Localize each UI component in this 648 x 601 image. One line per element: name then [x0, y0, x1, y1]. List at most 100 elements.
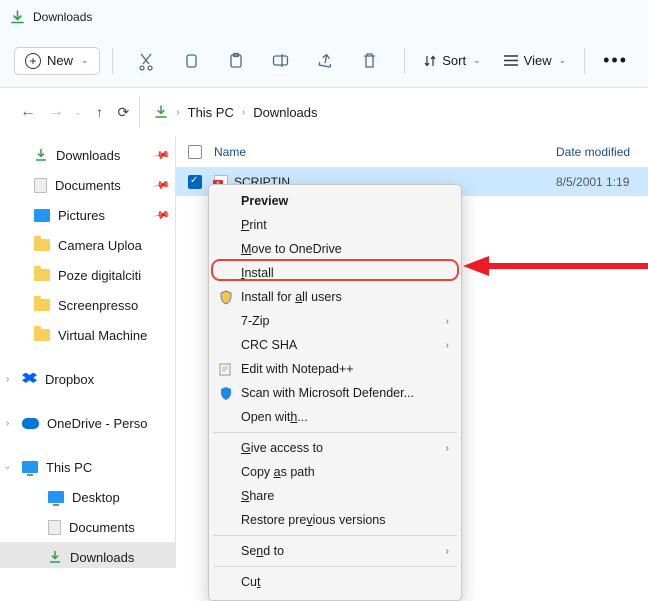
chevron-right-icon: ›	[446, 443, 449, 454]
sidebar-item-label: This PC	[46, 460, 92, 475]
menu-label: Send to	[241, 544, 284, 558]
folder-icon	[34, 269, 50, 281]
download-icon	[48, 550, 62, 564]
menu-label: Scan with Microsoft Defender...	[241, 386, 414, 400]
history-chevron-icon[interactable]: ⌄	[74, 107, 82, 118]
breadcrumb-current[interactable]: Downloads	[253, 105, 317, 120]
menu-copy-path[interactable]: Copy as path	[211, 460, 459, 484]
menu-label: 7-Zip	[241, 314, 269, 328]
chevron-right-icon: ›	[6, 418, 9, 429]
view-label: View	[524, 53, 552, 68]
sidebar-item-label: Camera Uploa	[58, 238, 142, 253]
sidebar-item-label: Screenpresso	[58, 298, 138, 313]
sidebar-item-this-pc[interactable]: › This PC	[0, 452, 175, 482]
menu-send-to[interactable]: Send to ›	[211, 539, 459, 563]
menu-preview[interactable]: Preview	[211, 189, 459, 213]
sidebar-item-onedrive[interactable]: › OneDrive - Perso	[0, 408, 175, 438]
menu-scan-defender[interactable]: Scan with Microsoft Defender...	[211, 381, 459, 405]
column-header-name[interactable]: Name	[214, 145, 556, 159]
new-button-label: New	[47, 53, 73, 68]
menu-label: Open with...	[241, 410, 308, 424]
menu-crc-sha[interactable]: CRC SHA›	[211, 333, 459, 357]
sidebar-item-label: Downloads	[56, 148, 120, 163]
menu-move-onedrive[interactable]: Move to OneDrive	[211, 237, 459, 261]
select-all-checkbox[interactable]	[188, 145, 202, 159]
sidebar-item-virtual-machines[interactable]: Virtual Machine	[0, 320, 175, 350]
sidebar-item-screenpresso[interactable]: Screenpresso	[0, 290, 175, 320]
sidebar-item-documents[interactable]: Documents 📌	[0, 170, 175, 200]
rename-button[interactable]	[258, 53, 303, 68]
share-button[interactable]	[303, 53, 348, 69]
copy-button[interactable]	[169, 53, 214, 69]
menu-label: Move to OneDrive	[241, 242, 342, 256]
up-button[interactable]: ↑	[86, 104, 114, 120]
more-options-button[interactable]: •••	[597, 50, 634, 71]
breadcrumb-root[interactable]: This PC	[188, 105, 234, 120]
chevron-right-icon: ›	[446, 340, 449, 351]
sidebar-item-camera-uploads[interactable]: Camera Uploa	[0, 230, 175, 260]
menu-separator	[213, 535, 457, 536]
menu-install-all-users[interactable]: Install for all users	[211, 285, 459, 309]
column-header-date[interactable]: Date modified	[556, 145, 648, 159]
sort-icon	[423, 54, 437, 68]
sidebar-item-label: Pictures	[58, 208, 105, 223]
forward-button[interactable]: →	[42, 103, 70, 121]
menu-label: Edit with Notepad++	[241, 362, 354, 376]
sidebar-item-label: OneDrive - Perso	[47, 416, 147, 431]
menu-cut[interactable]: Cut	[211, 570, 459, 594]
delete-button[interactable]	[348, 52, 393, 69]
menu-install[interactable]: Install	[211, 261, 459, 285]
menu-7zip[interactable]: 7-Zip ›	[211, 309, 459, 333]
context-menu: Preview Print Move to OneDrive Install I…	[208, 184, 462, 601]
menu-restore[interactable]: Restore previous versions	[211, 508, 459, 532]
window-title: Downloads	[33, 10, 92, 24]
file-date: 8/5/2001 1:19	[556, 175, 648, 189]
sidebar-item-downloads-sub[interactable]: Downloads	[0, 542, 175, 568]
sidebar-item-desktop[interactable]: Desktop	[0, 482, 175, 512]
new-button[interactable]: + New ⌄	[14, 47, 100, 75]
sidebar-item-downloads[interactable]: Downloads 📌	[0, 140, 175, 170]
sidebar-item-label: Poze digitalciti	[58, 268, 141, 283]
toolbar-separator	[584, 48, 585, 74]
view-button[interactable]: View ⌄	[497, 53, 573, 68]
sidebar-item-poze[interactable]: Poze digitalciti	[0, 260, 175, 290]
refresh-button[interactable]: ⟳	[118, 104, 130, 121]
menu-label: Print	[241, 218, 267, 232]
menu-separator	[213, 432, 457, 433]
cut-button[interactable]	[125, 52, 170, 69]
plus-icon: +	[25, 53, 41, 69]
download-icon	[154, 105, 168, 119]
sort-button[interactable]: Sort ⌄	[417, 53, 486, 68]
paste-button[interactable]	[214, 52, 259, 69]
document-icon	[34, 178, 47, 193]
menu-label: Install	[241, 266, 274, 280]
sidebar-item-documents-sub[interactable]: Documents	[0, 512, 175, 542]
menu-open-with[interactable]: Open with...	[211, 405, 459, 429]
folder-icon	[34, 239, 50, 251]
menu-label: Restore previous versions	[241, 513, 386, 527]
sidebar-item-pictures[interactable]: Pictures 📌	[0, 200, 175, 230]
row-checkbox[interactable]	[188, 175, 202, 189]
toolbar-separator	[112, 48, 113, 74]
sidebar-item-label: Dropbox	[45, 372, 94, 387]
onedrive-icon	[22, 418, 39, 429]
menu-print[interactable]: Print	[211, 213, 459, 237]
chevron-right-icon: ›	[242, 107, 245, 118]
chevron-right-icon: ›	[446, 316, 449, 327]
menu-give-access[interactable]: Give access to›	[211, 436, 459, 460]
download-icon	[10, 10, 25, 25]
sort-label: Sort	[442, 53, 466, 68]
shield-icon	[218, 289, 234, 305]
sidebar-item-dropbox[interactable]: › Dropbox	[0, 364, 175, 394]
menu-share[interactable]: Share	[211, 484, 459, 508]
menu-label: Cut	[241, 575, 260, 589]
back-button[interactable]: ←	[14, 103, 42, 121]
document-icon	[48, 520, 61, 535]
menu-separator	[213, 566, 457, 567]
menu-edit-notepad[interactable]: Edit with Notepad++	[211, 357, 459, 381]
menu-label: Share	[241, 489, 274, 503]
folder-icon	[34, 299, 50, 311]
defender-icon	[218, 385, 234, 401]
chevron-right-icon: ›	[446, 546, 449, 557]
sidebar-item-label: Documents	[69, 520, 135, 535]
